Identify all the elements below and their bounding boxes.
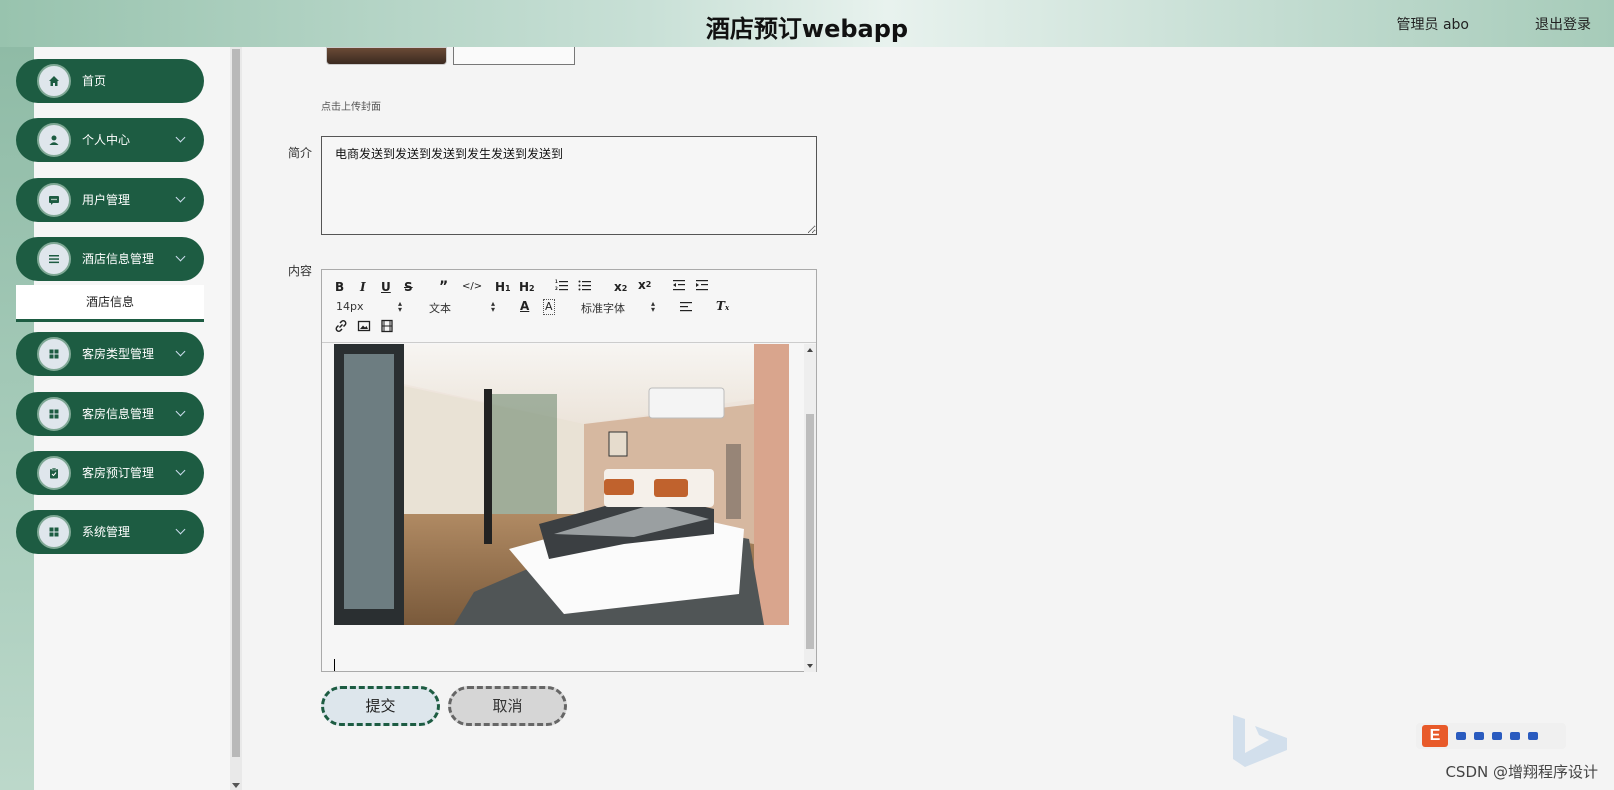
- chevron-down-icon: [175, 465, 186, 476]
- floating-toolbar[interactable]: E: [1416, 723, 1566, 749]
- submenu-item-hotel-info[interactable]: 酒店信息: [16, 285, 204, 322]
- sidebar-item-label: 客房信息管理: [82, 407, 155, 421]
- sidebar-item-hotel-info-management[interactable]: 酒店信息管理: [16, 237, 204, 281]
- code-block-icon[interactable]: </>: [462, 280, 482, 294]
- grid-icon: [37, 397, 71, 431]
- font-color-icon[interactable]: A: [520, 299, 529, 313]
- tool-icon[interactable]: [1474, 732, 1484, 740]
- logout-link[interactable]: 退出登录: [1535, 14, 1591, 34]
- top-header: 酒店预订webapp 管理员 abo 退出登录: [0, 0, 1614, 47]
- intro-label: 简介: [288, 146, 313, 160]
- italic-icon[interactable]: I: [360, 280, 366, 294]
- video-icon[interactable]: [380, 319, 394, 336]
- rich-text-editor[interactable]: B I U S ” </> H1 H2 12 x2 x2 14px ▴ ▾ 文本…: [321, 269, 817, 672]
- svg-text:1: 1: [555, 279, 558, 284]
- editor-scroll-thumb[interactable]: [806, 414, 814, 649]
- grid-icon: [37, 515, 71, 549]
- indent-icon[interactable]: [695, 278, 709, 295]
- bing-logo-icon: [1233, 715, 1287, 767]
- cover-image-preview[interactable]: [326, 47, 447, 65]
- csdn-logo-icon: E: [1422, 725, 1448, 747]
- sidebar-item-label: 客房类型管理: [82, 347, 155, 361]
- grid-icon: [37, 337, 71, 371]
- clear-format-icon[interactable]: Tx: [716, 299, 729, 315]
- hotel-room-photo: [334, 344, 789, 625]
- chevron-down-icon: [175, 251, 186, 262]
- scroll-up-icon[interactable]: [807, 348, 813, 352]
- csdn-watermark: CSDN @增翔程序设计: [1445, 763, 1598, 781]
- chevron-down-icon: [175, 132, 186, 143]
- editor-scrollbar[interactable]: [804, 344, 816, 672]
- tool-icon[interactable]: [1528, 732, 1538, 740]
- chevron-down-icon: [175, 192, 186, 203]
- submit-button[interactable]: 提交: [321, 686, 440, 726]
- editor-toolbar: B I U S ” </> H1 H2 12 x2 x2 14px ▴ ▾ 文本…: [322, 270, 816, 343]
- link-icon[interactable]: [334, 319, 348, 336]
- tool-icon[interactable]: [1492, 732, 1502, 740]
- scroll-down-icon[interactable]: [807, 664, 813, 668]
- chevron-down-icon: [175, 346, 186, 357]
- bullet-list-icon[interactable]: [578, 278, 592, 295]
- upload-cover-hint[interactable]: 点击上传封面: [321, 98, 381, 113]
- chevron-down-icon: [175, 406, 186, 417]
- tool-icon[interactable]: [1456, 732, 1466, 740]
- intro-textarea[interactable]: 电商发送到发送到发送到发生发送到发送到: [321, 136, 817, 235]
- sidebar-scroll-thumb[interactable]: [232, 49, 240, 757]
- chevron-down-icon: [175, 524, 186, 535]
- sidebar-item-label: 用户管理: [82, 193, 131, 207]
- editor-content-area[interactable]: [322, 344, 804, 672]
- sidebar-item-label: 酒店信息管理: [82, 252, 155, 266]
- font-size-select[interactable]: 14px ▴ ▾: [336, 300, 406, 314]
- sidebar-item-label: 首页: [82, 74, 107, 88]
- user-icon: [37, 123, 71, 157]
- clipboard-icon: [37, 456, 71, 490]
- list-icon: [37, 242, 71, 276]
- sidebar-item-room-info-management[interactable]: 客房信息管理: [16, 392, 204, 436]
- bold-icon[interactable]: B: [335, 280, 344, 294]
- sidebar-item-room-type-management[interactable]: 客房类型管理: [16, 332, 204, 376]
- blockquote-icon[interactable]: ”: [439, 280, 448, 294]
- heading1-icon[interactable]: H1: [495, 280, 511, 296]
- admin-label: 管理员 abo: [1396, 17, 1469, 33]
- underline-icon[interactable]: U: [381, 280, 391, 294]
- sidebar-scrollbar[interactable]: [230, 47, 242, 790]
- align-icon[interactable]: [679, 299, 693, 316]
- subscript-icon[interactable]: x2: [614, 280, 627, 296]
- heading2-icon[interactable]: H2: [519, 280, 535, 296]
- cancel-button[interactable]: 取消: [448, 686, 567, 726]
- strikethrough-icon[interactable]: S: [404, 280, 413, 294]
- sidebar-item-label: 系统管理: [82, 525, 131, 539]
- sidebar-item-user-management[interactable]: 用户管理: [16, 178, 204, 222]
- scroll-down-icon[interactable]: [232, 783, 240, 788]
- main-content: 点击上传封面 简介 电商发送到发送到发送到发生发送到发送到 内容 B I U S…: [242, 47, 1614, 790]
- background-color-icon[interactable]: A: [543, 299, 555, 315]
- tool-icon[interactable]: [1510, 732, 1520, 740]
- content-label: 内容: [288, 264, 313, 278]
- sidebar-item-system-management[interactable]: 系统管理: [16, 510, 204, 554]
- svg-text:2: 2: [555, 286, 558, 291]
- home-icon: [37, 64, 71, 98]
- text-caret: [334, 659, 335, 671]
- outdent-icon[interactable]: [672, 278, 686, 295]
- sidebar-item-personal-center[interactable]: 个人中心: [16, 118, 204, 162]
- superscript-icon[interactable]: x2: [638, 278, 651, 292]
- app-title: 酒店预订webapp: [705, 15, 909, 43]
- sidebar-item-home[interactable]: 首页: [16, 59, 204, 103]
- image-icon[interactable]: [357, 319, 371, 336]
- sidebar-item-label: 个人中心: [82, 133, 131, 147]
- font-family-select[interactable]: 标准字体 ▴ ▾: [581, 300, 661, 316]
- ordered-list-icon[interactable]: 12: [555, 278, 569, 295]
- cover-upload-box[interactable]: [453, 47, 575, 65]
- sidebar-item-room-booking-management[interactable]: 客房预订管理: [16, 451, 204, 495]
- chat-icon: [37, 183, 71, 217]
- sidebar-item-label: 客房预订管理: [82, 466, 155, 480]
- block-format-select[interactable]: 文本 ▴ ▾: [429, 300, 499, 316]
